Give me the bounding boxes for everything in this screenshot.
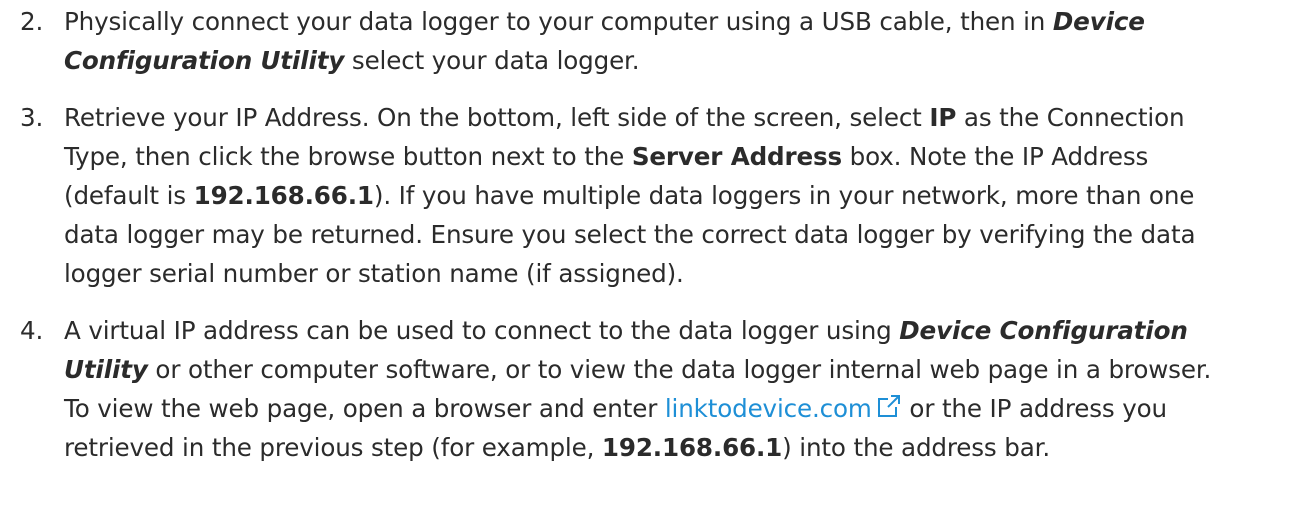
step-text: Physically connect your data logger to y… bbox=[64, 7, 1053, 36]
step-2: 2. Physically connect your data logger to… bbox=[0, 2, 1244, 80]
ui-term-server-address: Server Address bbox=[631, 142, 842, 171]
example-ip-address: 192.168.66.1 bbox=[601, 433, 783, 462]
external-link-icon[interactable] bbox=[876, 393, 902, 419]
step-text: A virtual IP address can be used to conn… bbox=[64, 316, 900, 345]
default-ip-address: 192.168.66.1 bbox=[193, 181, 374, 210]
step-text: Retrieve your IP Address. On the bottom,… bbox=[64, 103, 930, 132]
step-4: 4. A virtual IP address can be used to co… bbox=[0, 311, 1244, 467]
step-number: 4. bbox=[20, 316, 44, 345]
step-text: select your data logger. bbox=[344, 46, 640, 75]
step-number: 2. bbox=[20, 7, 44, 36]
linktodevice-link[interactable]: linktodevice.com bbox=[665, 394, 902, 423]
step-number: 3. bbox=[20, 103, 44, 132]
instruction-list: 2. Physically connect your data logger to… bbox=[0, 0, 1294, 467]
ui-term-ip: IP bbox=[929, 103, 957, 132]
step-3: 3. Retrieve your IP Address. On the botto… bbox=[0, 98, 1244, 293]
link-text[interactable]: linktodevice.com bbox=[665, 394, 872, 423]
step-text: ) into the address bar. bbox=[782, 433, 1051, 462]
